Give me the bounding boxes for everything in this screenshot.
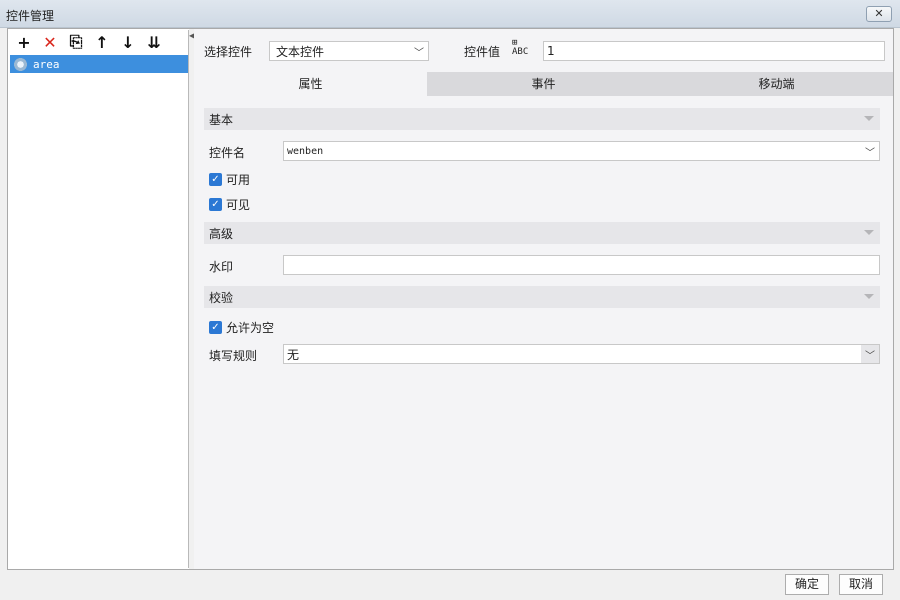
watermark-label: 水印 [209,260,234,274]
widget-value-input[interactable]: 1 [543,41,885,61]
checkbox-checked-icon[interactable]: ✓ [209,198,222,211]
section-advanced-title: 高级 [209,226,234,241]
widget-toolbar: + ✕ ⎘ ↑ ↓ ⇊ [9,30,188,54]
ok-button[interactable]: 确定 [785,574,829,595]
collapse-triangle-icon [864,230,874,235]
formula-type-icon[interactable]: ⊞ ABC [512,39,528,57]
tab-events[interactable]: 事件 [427,72,660,96]
widget-type-select[interactable]: 文本控件 ﹀ [269,41,429,61]
visible-checkbox[interactable]: ✓ 可见 [209,196,250,213]
tree-item-area[interactable]: area [10,55,188,73]
allow-empty-checkbox[interactable]: ✓ 允许为空 [209,319,274,336]
dialog-body: + ✕ ⎘ ↑ ↓ ⇊ area ◀ 选择控件 文本控件 ﹀ 控件值 ⊞ ABC … [7,28,894,570]
chevron-down-icon[interactable]: ﹀ [410,42,428,60]
chevron-down-icon[interactable]: ﹀ [861,345,879,363]
enabled-checkbox[interactable]: ✓ 可用 [209,171,250,188]
watermark-input[interactable] [283,255,880,275]
select-widget-label: 选择控件 [204,45,253,59]
widget-value-text: 1 [547,44,555,58]
section-basic[interactable]: 基本 [204,108,880,130]
checkbox-checked-icon[interactable]: ✓ [209,321,222,334]
fill-rule-value: 无 [287,347,300,362]
section-advanced[interactable]: 高级 [204,222,880,244]
chevron-down-icon[interactable]: ﹀ [861,142,879,160]
visible-label: 可见 [226,198,251,212]
widget-name-input[interactable]: wenben ﹀ [283,141,880,161]
tab-mobile[interactable]: 移动端 [660,72,893,96]
copy-icon[interactable]: ⎘ [67,32,85,51]
close-button[interactable]: ✕ [866,6,892,22]
widget-name-label: 控件名 [209,146,246,160]
delete-icon[interactable]: ✕ [41,33,59,52]
collapse-triangle-icon [864,116,874,121]
enabled-label: 可用 [226,173,251,187]
widget-list-panel: + ✕ ⎘ ↑ ↓ ⇊ area [9,30,189,568]
tree-item-label: area [33,57,60,71]
dialog-footer: 确定 取消 [0,570,900,600]
fill-rule-select[interactable]: 无 ﹀ [283,344,880,364]
widget-header: 选择控件 文本控件 ﹀ 控件值 ⊞ ABC 1 [194,29,893,71]
section-validation-title: 校验 [209,290,234,305]
gear-icon [13,56,28,72]
section-validation[interactable]: 校验 [204,286,880,308]
cancel-button[interactable]: 取消 [839,574,883,595]
sort-icon[interactable]: ⇊ [145,33,163,52]
add-icon[interactable]: + [15,33,33,52]
property-tabs: 属性 事件 移动端 [194,72,893,96]
title-bar: 控件管理 ✕ [0,0,900,28]
checkbox-checked-icon[interactable]: ✓ [209,173,222,186]
move-up-icon[interactable]: ↑ [93,33,111,52]
fill-rule-label: 填写规则 [209,349,258,363]
move-down-icon[interactable]: ↓ [119,33,137,52]
collapse-triangle-icon [864,294,874,299]
section-basic-title: 基本 [209,112,234,127]
widget-value-label: 控件值 [464,45,501,59]
properties-panel: 选择控件 文本控件 ﹀ 控件值 ⊞ ABC 1 属性 事件 移动端 基本 控件名 … [194,29,893,569]
tab-attributes[interactable]: 属性 [194,72,427,96]
widget-name-value: wenben [287,145,324,157]
window-title: 控件管理 [6,9,55,23]
widget-type-value: 文本控件 [276,44,325,59]
allow-empty-label: 允许为空 [226,321,275,335]
